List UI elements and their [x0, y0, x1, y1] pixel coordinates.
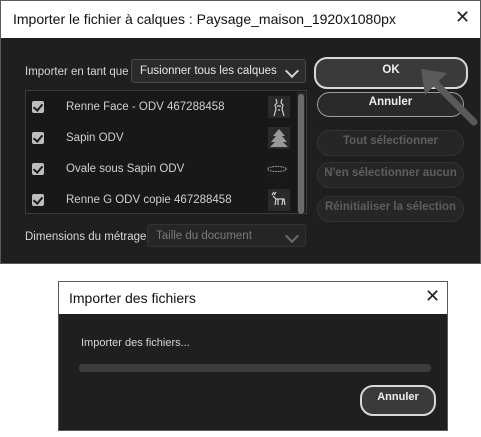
chevron-down-icon	[284, 63, 300, 79]
fir-tree-thumbnail-icon	[268, 127, 290, 149]
layer-checkbox[interactable]	[32, 101, 44, 113]
scrollbar-thumb[interactable]	[298, 94, 304, 214]
import-files-dialog: Importer des fichiers ✕ Importer des fic…	[58, 281, 448, 431]
select-all-button[interactable]: Tout sélectionner	[317, 130, 464, 156]
import-as-dropdown[interactable]: Fusionner tous les calques	[131, 59, 306, 83]
dialog-title: Importer le fichier à calques : Paysage_…	[13, 11, 396, 27]
reindeer-side-thumbnail-icon	[268, 189, 290, 211]
dialog-title: Importer des fichiers	[69, 290, 196, 306]
import-layered-file-dialog: Importer le fichier à calques : Paysage_…	[0, 0, 481, 264]
layer-name: Sapin ODV	[66, 132, 124, 144]
layer-list[interactable]: Renne Face - ODV 467288458 Sapin ODV Ova…	[25, 90, 307, 214]
select-none-button[interactable]: N'en sélectionner aucun	[317, 162, 464, 188]
reset-selection-button[interactable]: Réinitialiser la sélection	[317, 196, 464, 222]
layer-name: Ovale sous Sapin ODV	[66, 163, 185, 175]
footage-dimensions-value: Taille du document	[156, 230, 252, 242]
layer-name: Renne G ODV copie 467288458	[66, 194, 232, 206]
footage-dimensions-dropdown[interactable]: Taille du document	[147, 224, 306, 247]
layer-name: Renne Face - ODV 467288458	[66, 101, 225, 113]
import-as-label: Importer en tant que	[25, 66, 129, 78]
layer-row[interactable]: Ovale sous Sapin ODV	[26, 154, 292, 185]
reindeer-thumbnail-icon	[268, 96, 290, 118]
dialog-titlebar: Importer des fichiers ✕	[59, 282, 447, 314]
layer-row[interactable]: Renne G ODV copie 467288458	[26, 185, 292, 216]
layer-row[interactable]: Renne Face - ODV 467288458	[26, 92, 292, 123]
layer-list-scrollbar[interactable]	[297, 92, 305, 214]
cancel-button[interactable]: Annuler	[360, 385, 436, 416]
import-status-text: Importer des fichiers...	[81, 337, 190, 349]
close-icon[interactable]: ✕	[455, 7, 470, 27]
dialog-titlebar: Importer le fichier à calques : Paysage_…	[1, 1, 480, 38]
layer-row[interactable]: Sapin ODV	[26, 123, 292, 154]
import-as-value: Fusionner tous les calques	[140, 65, 277, 77]
layer-checkbox[interactable]	[32, 163, 44, 175]
layer-checkbox[interactable]	[32, 194, 44, 206]
close-icon[interactable]: ✕	[425, 286, 440, 306]
oval-thumbnail-icon	[266, 159, 288, 179]
chevron-down-icon	[284, 228, 300, 244]
pointer-arrow-icon	[421, 69, 478, 126]
footage-dimensions-label: Dimensions du métrage	[25, 231, 147, 243]
layer-checkbox[interactable]	[32, 132, 44, 144]
import-progress-bar	[79, 364, 431, 372]
